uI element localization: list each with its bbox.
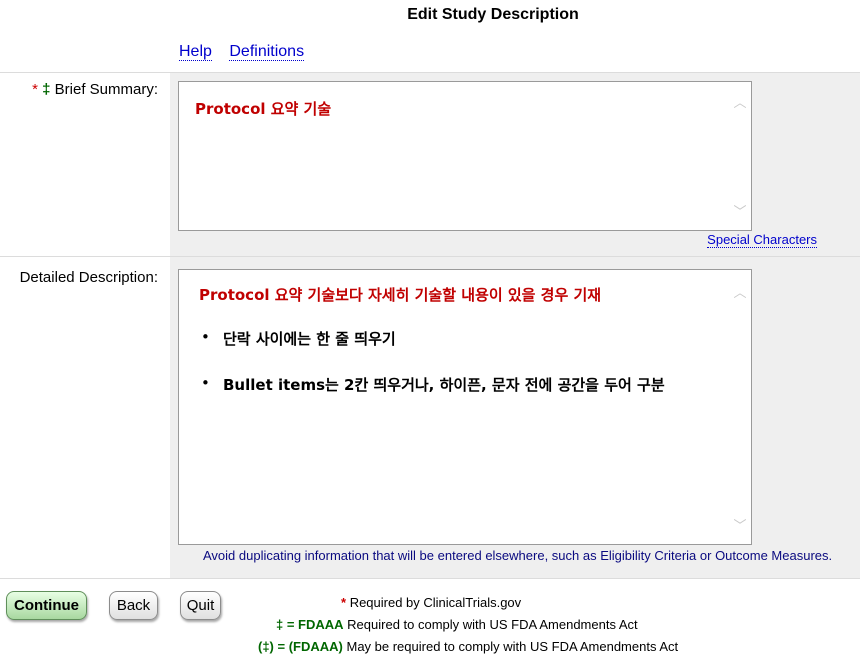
- list-item-text: 단락 사이에는 한 줄 띄우기: [223, 330, 396, 348]
- detailed-description-textarea[interactable]: Protocol 요약 기술보다 자세히 기술할 내용이 있을 경우 기재 • …: [178, 269, 752, 545]
- list-item: • 단락 사이에는 한 줄 띄우기: [201, 328, 396, 349]
- description-note: Avoid duplicating information that will …: [203, 548, 833, 563]
- special-characters-link[interactable]: Special Characters: [707, 232, 817, 248]
- divider: [0, 578, 860, 579]
- page-title: Edit Study Description: [407, 6, 579, 23]
- legend-text: May be required to comply with US FDA Am…: [346, 639, 679, 654]
- brief-summary-textarea[interactable]: Protocol 요약 기술 ︿ ﹀: [178, 81, 752, 231]
- legend-text: Required to comply with US FDA Amendment…: [347, 617, 638, 632]
- legend-key: (‡) = (FDAAA): [258, 639, 343, 654]
- back-button[interactable]: Back: [109, 591, 158, 620]
- continue-button[interactable]: Continue: [6, 591, 87, 620]
- brief-summary-label: * ‡ Brief Summary:: [0, 81, 158, 98]
- legend-maybe-fdaaa: (‡) = (FDAAA) May be required to comply …: [258, 639, 678, 654]
- scroll-down-icon[interactable]: ﹀: [732, 201, 748, 220]
- scroll-up-icon[interactable]: ︿: [732, 92, 748, 111]
- brief-summary-label-text: Brief Summary:: [54, 81, 158, 98]
- detailed-description-label: Detailed Description:: [0, 269, 158, 286]
- detailed-description-label-text: Detailed Description:: [19, 269, 158, 286]
- scroll-up-icon[interactable]: ︿: [732, 282, 748, 301]
- legend-key: *: [341, 595, 347, 610]
- list-item-text: Bullet items는 2칸 띄우거나, 하이픈, 문자 전에 공간을 두어…: [223, 376, 665, 394]
- top-links: Help Definitions: [179, 43, 317, 61]
- legend-fdaaa: ‡ = FDAAA Required to comply with US FDA…: [276, 617, 638, 632]
- quit-button[interactable]: Quit: [180, 591, 221, 620]
- definitions-link[interactable]: Definitions: [229, 43, 305, 61]
- scroll-down-icon[interactable]: ﹀: [732, 515, 748, 534]
- legend-text: Required by ClinicalTrials.gov: [349, 595, 522, 610]
- bullet-icon: •: [201, 374, 210, 392]
- bullet-icon: •: [201, 328, 210, 346]
- legend-required: * Required by ClinicalTrials.gov: [341, 595, 521, 610]
- description-line: Protocol 요약 기술보다 자세히 기술할 내용이 있을 경우 기재: [199, 286, 602, 304]
- brief-summary-text: Protocol 요약 기술: [195, 100, 332, 118]
- list-item: • Bullet items는 2칸 띄우거나, 하이픈, 문자 전에 공간을 …: [201, 374, 665, 395]
- help-link[interactable]: Help: [179, 43, 212, 61]
- legend-key: ‡ = FDAAA: [276, 617, 344, 632]
- fdaaa-mark: ‡: [42, 81, 51, 98]
- required-mark: *: [32, 81, 38, 98]
